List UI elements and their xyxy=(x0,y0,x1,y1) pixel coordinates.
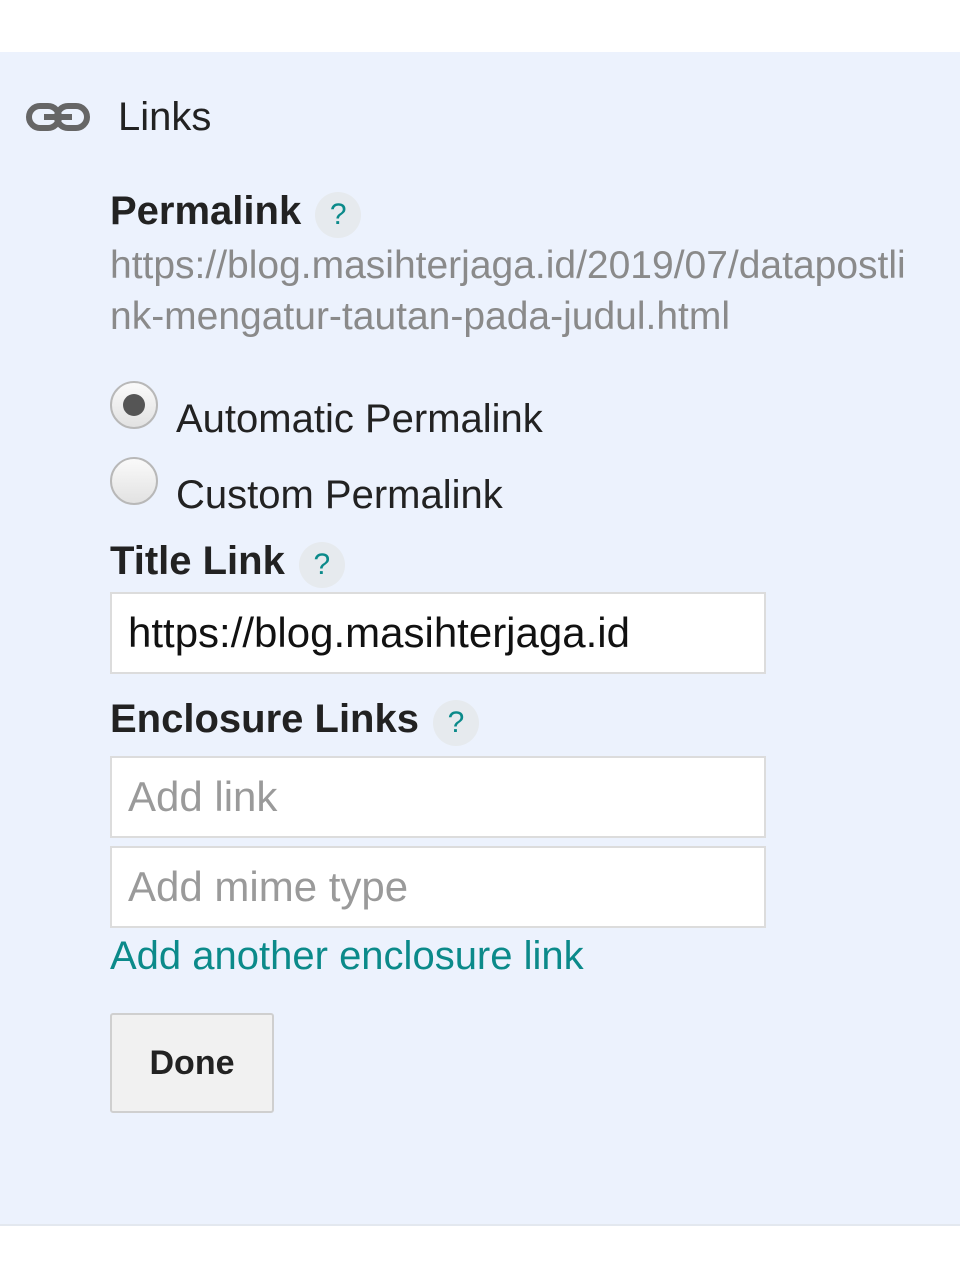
radio-button-unselected[interactable] xyxy=(110,457,158,505)
enclosure-link-input[interactable] xyxy=(110,756,766,838)
links-panel: Links Permalink ? https://blog.masihterj… xyxy=(0,52,960,1226)
add-enclosure-link[interactable]: Add another enclosure link xyxy=(110,934,584,979)
custom-permalink-label[interactable]: Custom Permalink xyxy=(176,473,503,518)
links-header[interactable]: Links xyxy=(26,94,211,140)
permalink-label: Permalink xyxy=(110,188,302,233)
permalink-help-icon[interactable]: ? xyxy=(315,192,362,238)
radio-automatic-permalink[interactable]: Automatic Permalink xyxy=(110,376,930,452)
enclosure-links-label: Enclosure Links xyxy=(110,696,419,741)
done-button[interactable]: Done xyxy=(110,1013,274,1113)
links-content: Permalink ? https://blog.masihterjaga.id… xyxy=(110,184,930,1113)
automatic-permalink-label[interactable]: Automatic Permalink xyxy=(176,397,543,442)
enclosure-label-row: Enclosure Links ? xyxy=(110,692,930,746)
radio-custom-permalink[interactable]: Custom Permalink xyxy=(110,452,930,528)
title-link-help-icon[interactable]: ? xyxy=(298,542,345,588)
link-icon xyxy=(26,102,90,132)
enclosure-help-icon[interactable]: ? xyxy=(432,700,479,746)
permalink-url: https://blog.masihterjaga.id/2019/07/dat… xyxy=(110,244,906,338)
radio-dot xyxy=(123,394,145,416)
title-link-label: Title Link xyxy=(110,538,285,583)
permalink-label-row: Permalink ? xyxy=(110,184,930,238)
radio-button-selected[interactable] xyxy=(110,381,158,429)
section-title: Links xyxy=(118,94,212,139)
title-link-label-row: Title Link ? xyxy=(110,534,930,588)
enclosure-mime-type-input[interactable] xyxy=(110,846,766,928)
title-link-input[interactable] xyxy=(110,592,766,674)
